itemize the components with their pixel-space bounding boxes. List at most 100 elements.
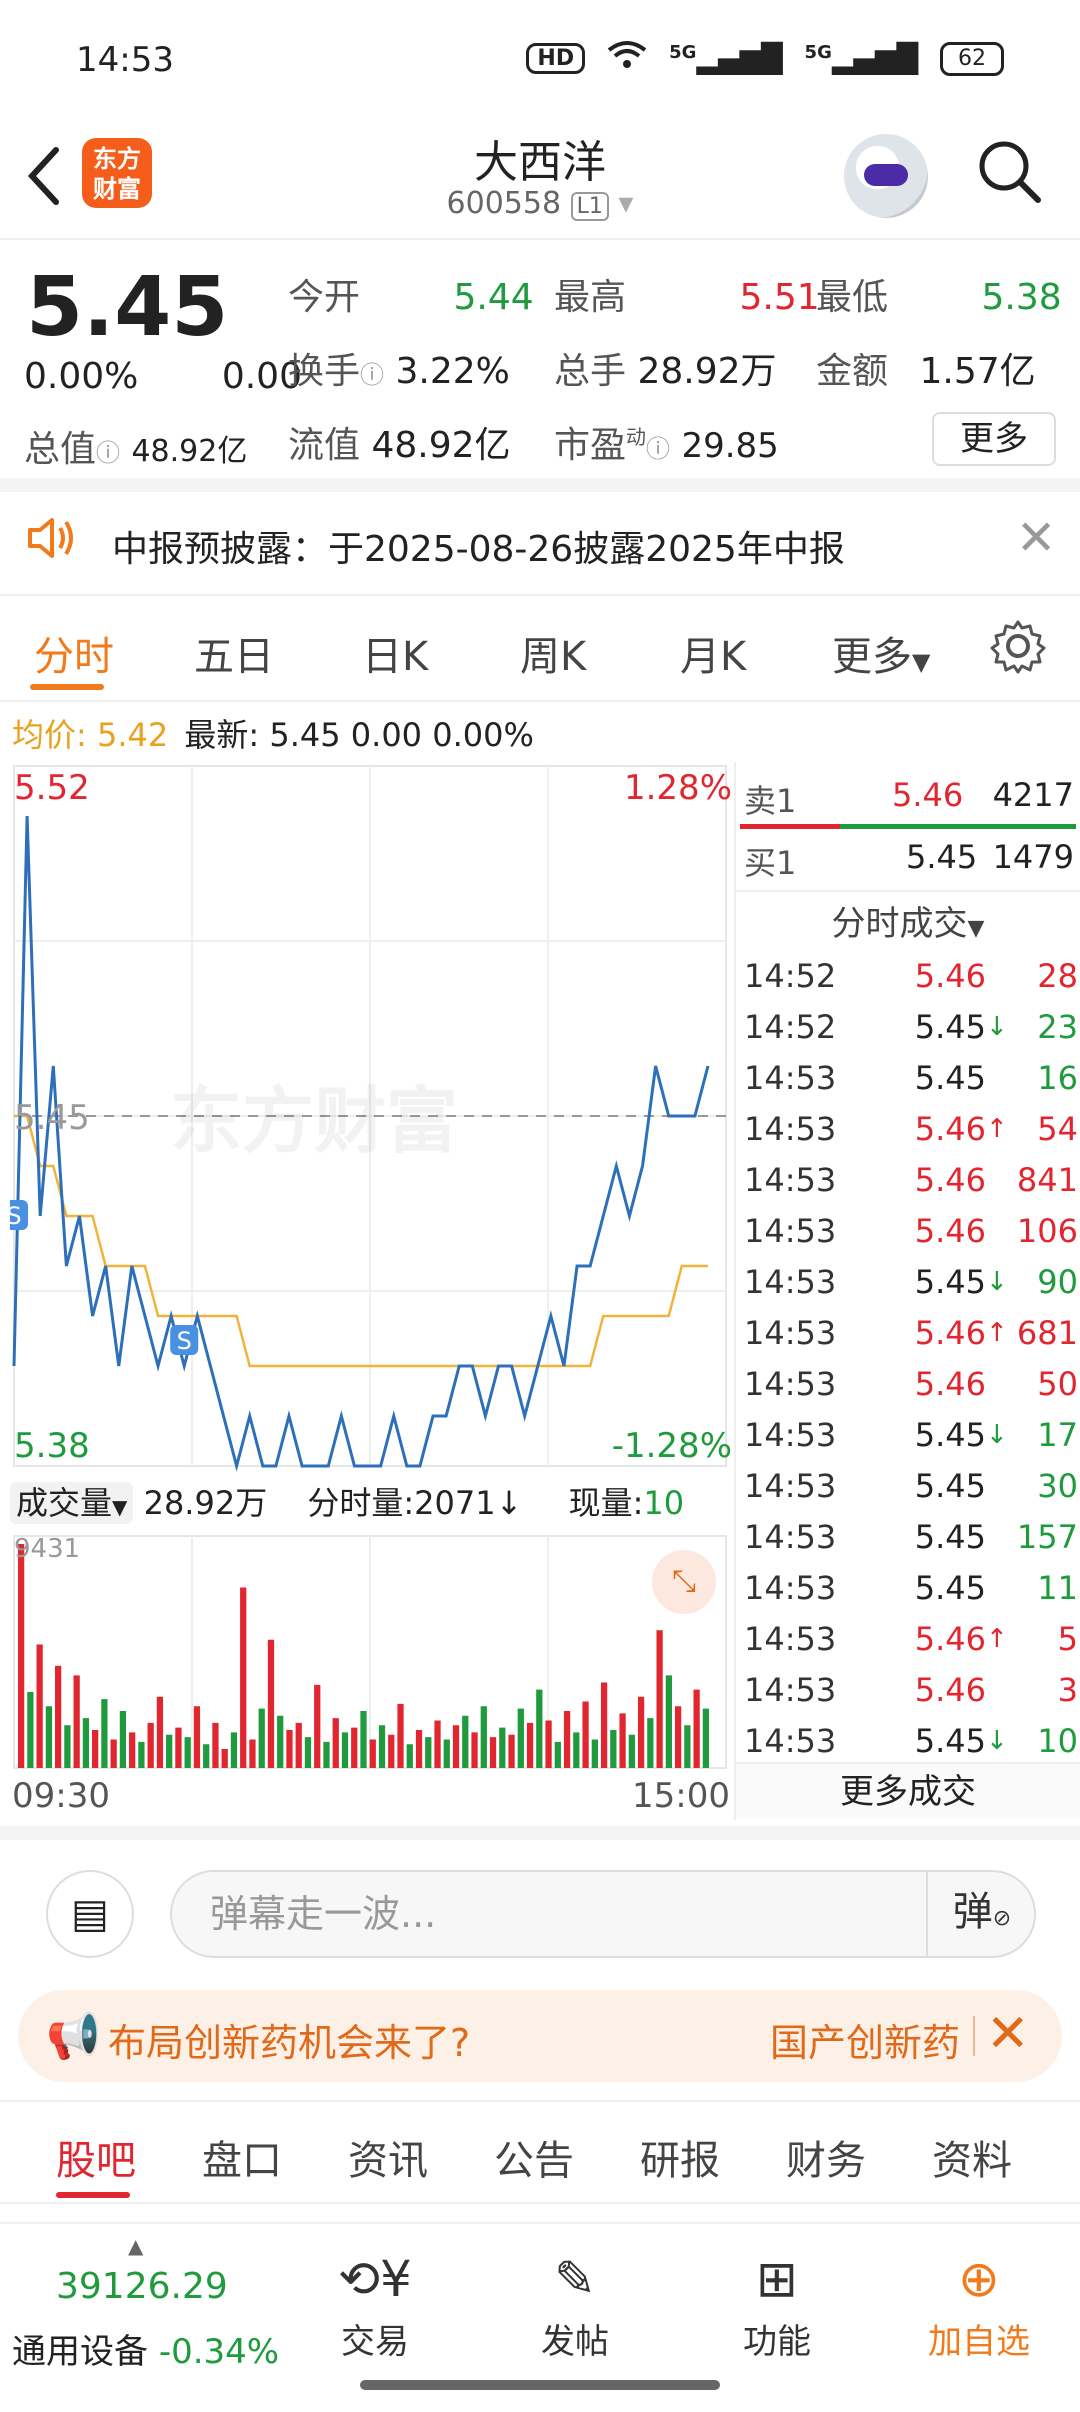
sector-index-value[interactable]: 39126.29 (56, 2266, 228, 2307)
info-icon: ⓘ (96, 439, 121, 467)
danmaku-bar: ▤ 弹幕走一波... 弹⊘ (0, 1826, 1080, 1966)
volume-max-label: 9431 (14, 1534, 81, 1564)
tick-row: 14:53 5.45 30 (736, 1460, 1080, 1511)
float-value: 48.92亿 (371, 425, 511, 466)
volume-bar (573, 1732, 580, 1768)
amount-label: 金额 (816, 351, 889, 392)
signal-label-2: 5G (804, 42, 832, 63)
current-price: 5.45 (26, 260, 229, 355)
tab-forum[interactable]: 股吧 (56, 2128, 136, 2186)
tab-profile[interactable]: 资料 (932, 2128, 1012, 2186)
sector-index-row[interactable]: 通用设备 -0.34% (12, 2324, 279, 2373)
volume-bar (82, 1718, 90, 1768)
volume-bar (443, 1739, 450, 1768)
volume-bar (369, 1739, 376, 1768)
tab-monthly-k[interactable]: 月K (680, 624, 746, 682)
search-button[interactable] (976, 138, 1042, 219)
volume-bar (203, 1744, 210, 1768)
pe-superscript: 动 (626, 425, 647, 449)
latest-pct: 0.00% (432, 716, 534, 754)
tab-more[interactable]: 更多▼ (832, 624, 930, 682)
signal-icon-2: 5G▂▄▆█ (804, 42, 918, 75)
tick-row: 14:53 5.46 3 (736, 1664, 1080, 1715)
wifi-icon (607, 40, 647, 77)
tick-price: 5.46 (914, 1364, 986, 1403)
ask-label: 卖1 (744, 782, 797, 820)
more-deals-button[interactable]: 更多成交 (736, 1762, 1080, 1818)
tab-five-day[interactable]: 五日 (194, 624, 274, 682)
volume-chart[interactable]: 9431 ⤡ (10, 1532, 732, 1770)
danmaku-input[interactable]: 弹幕走一波... (170, 1870, 1036, 1958)
tick-price: 5.45 (914, 1058, 986, 1097)
mktcap-label: 总值 (24, 429, 97, 470)
nav-post-label: 发帖 (541, 2322, 609, 2362)
more-quote-button[interactable]: 更多 (932, 412, 1056, 466)
tick-list: 14:52 5.46 28 14:52 5.45 ↓ 23 14:53 5.45 16 14:53 5… (736, 950, 1080, 1766)
tick-volume: 10 (1037, 1721, 1078, 1760)
tick-row: 14:53 5.45 157 (736, 1511, 1080, 1562)
volume-bar (693, 1689, 700, 1768)
expand-chart-button[interactable]: ⤡ (652, 1550, 716, 1614)
nav-post[interactable]: ✎ 发帖 (500, 2244, 650, 2363)
volume-bar (425, 1737, 432, 1768)
volume-chart-svg (13, 1535, 727, 1769)
pe-label: 市盈 (554, 425, 627, 466)
bid-label: 买1 (744, 844, 797, 882)
nav-trade[interactable]: ⟲¥ 交易 (300, 2244, 450, 2363)
tick-volume: 3 (1057, 1670, 1078, 1709)
tick-row: 14:53 5.45 ↓ 17 (736, 1409, 1080, 1460)
nav-add-watchlist[interactable]: ⊕ 加自选 (904, 2244, 1054, 2363)
nav-functions[interactable]: ⊞ 功能 (702, 2244, 852, 2363)
tick-time: 14:53 (744, 1160, 837, 1199)
float-cap-field: 流值 48.92亿 (288, 416, 511, 468)
volume-bar (702, 1708, 709, 1768)
volume-bar (378, 1725, 386, 1768)
close-promo-button[interactable]: ✕ (986, 2004, 1030, 2064)
danmaku-settings-button[interactable]: ▤ (46, 1870, 134, 1958)
pe-field[interactable]: 市盈动ⓘ 29.85 (554, 416, 779, 468)
low-field: 最低 5.38 (816, 268, 1062, 320)
close-notice-button[interactable]: ✕ (1016, 510, 1056, 566)
caret-up-icon: ▲ (128, 2234, 144, 2258)
intraday-chart[interactable]: S S 5.52 1.28% 5.38 -1.28% 5.45 东方财富 (0, 762, 732, 1472)
tab-announcements[interactable]: 公告 (494, 2128, 574, 2186)
sector-change: -0.34% (158, 2332, 280, 2372)
bid-ask-ratio-bar (740, 824, 1076, 829)
tick-volume: 841 (1016, 1160, 1078, 1199)
indicator-selector[interactable]: 成交量▼ (10, 1482, 134, 1524)
chart-settings-button[interactable] (990, 618, 1046, 678)
tab-news[interactable]: 资讯 (348, 2128, 428, 2186)
notice-bar[interactable]: 中报预披露：于2025-08-26披露2025年中报 ✕ (0, 492, 1080, 596)
danmaku-toggle-button[interactable]: 弹⊘ (926, 1870, 1036, 1958)
tab-daily-k[interactable]: 日K (362, 624, 428, 682)
tick-price: 5.45 (914, 1415, 986, 1454)
volume-bar (36, 1644, 43, 1768)
ticks-title[interactable]: 分时成交▼ (736, 896, 1080, 945)
bid-price: 5.45 (906, 838, 978, 876)
tab-research[interactable]: 研报 (640, 2128, 720, 2186)
tick-time: 14:52 (744, 1007, 837, 1046)
tick-arrow: ↓ (986, 1266, 1008, 1297)
tick-price: 5.45 (914, 1466, 986, 1505)
tab-financials[interactable]: 财务 (786, 2128, 866, 2186)
order-book-panel: 卖1 5.46 4217 买1 5.45 1479 分时成交▼ 14:52 5.4… (734, 762, 1080, 1820)
tab-order-book[interactable]: 盘口 (202, 2128, 282, 2186)
tick-price: 5.45 (914, 1262, 986, 1301)
turnover-field[interactable]: 换手ⓘ 3.22% (288, 342, 510, 394)
tab-more-label: 更多 (832, 634, 912, 680)
volume-bar (434, 1720, 441, 1768)
high-label: 最高 (554, 277, 627, 318)
assistant-robot-icon[interactable] (844, 134, 928, 218)
market-cap-row[interactable]: 总值ⓘ 48.92亿 (24, 420, 247, 472)
axis-bottom-pct: -1.28% (611, 1426, 732, 1466)
volume-bar (156, 1696, 164, 1768)
tab-weekly-k[interactable]: 周K (520, 624, 586, 682)
tick-time: 14:53 (744, 1364, 837, 1403)
tab-intraday[interactable]: 分时 (34, 624, 114, 682)
active-content-tab-indicator (56, 2192, 130, 2198)
volume-bar (230, 1732, 238, 1768)
info-icon: ⓘ (646, 435, 671, 463)
promo-banner[interactable]: 📢 布局创新药机会来了? 国产创新药 ✕ (18, 1990, 1062, 2082)
volume-bar (295, 1722, 302, 1768)
tick-time: 14:53 (744, 1568, 837, 1607)
